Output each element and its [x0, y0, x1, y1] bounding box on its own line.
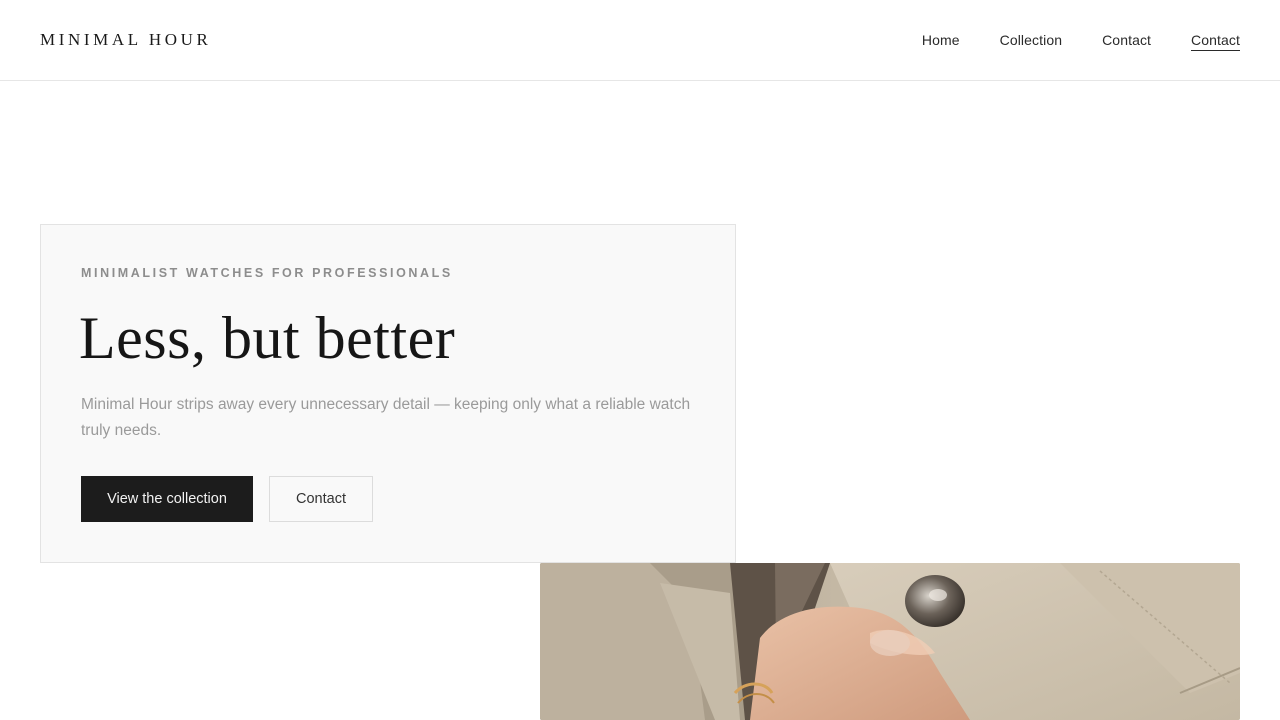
hero-photo [540, 563, 1240, 720]
brand-logo[interactable]: MINIMAL HOUR [40, 30, 211, 50]
nav-item-collection[interactable]: Collection [1000, 31, 1062, 51]
contact-button[interactable]: Contact [269, 476, 373, 522]
site-header: MINIMAL HOUR Home Collection Contact Con… [0, 0, 1280, 81]
nav-item-contact[interactable]: Contact [1102, 31, 1151, 51]
hero-headline: Less, but better [79, 305, 456, 371]
hero-lede: Minimal Hour strips away every unnecessa… [81, 396, 691, 439]
coat-photo-illustration [540, 563, 1240, 720]
main-nav: Home Collection Contact Contact [922, 31, 1240, 51]
view-collection-button[interactable]: View the collection [81, 476, 253, 522]
hero-card: MINIMALIST WATCHES FOR PROFESSIONALS Les… [40, 224, 736, 563]
nav-item-home[interactable]: Home [922, 31, 960, 51]
hero-eyebrow: MINIMALIST WATCHES FOR PROFESSIONALS [81, 266, 453, 280]
nav-item-contact-active[interactable]: Contact [1191, 31, 1240, 51]
coat-button-icon [905, 575, 965, 627]
